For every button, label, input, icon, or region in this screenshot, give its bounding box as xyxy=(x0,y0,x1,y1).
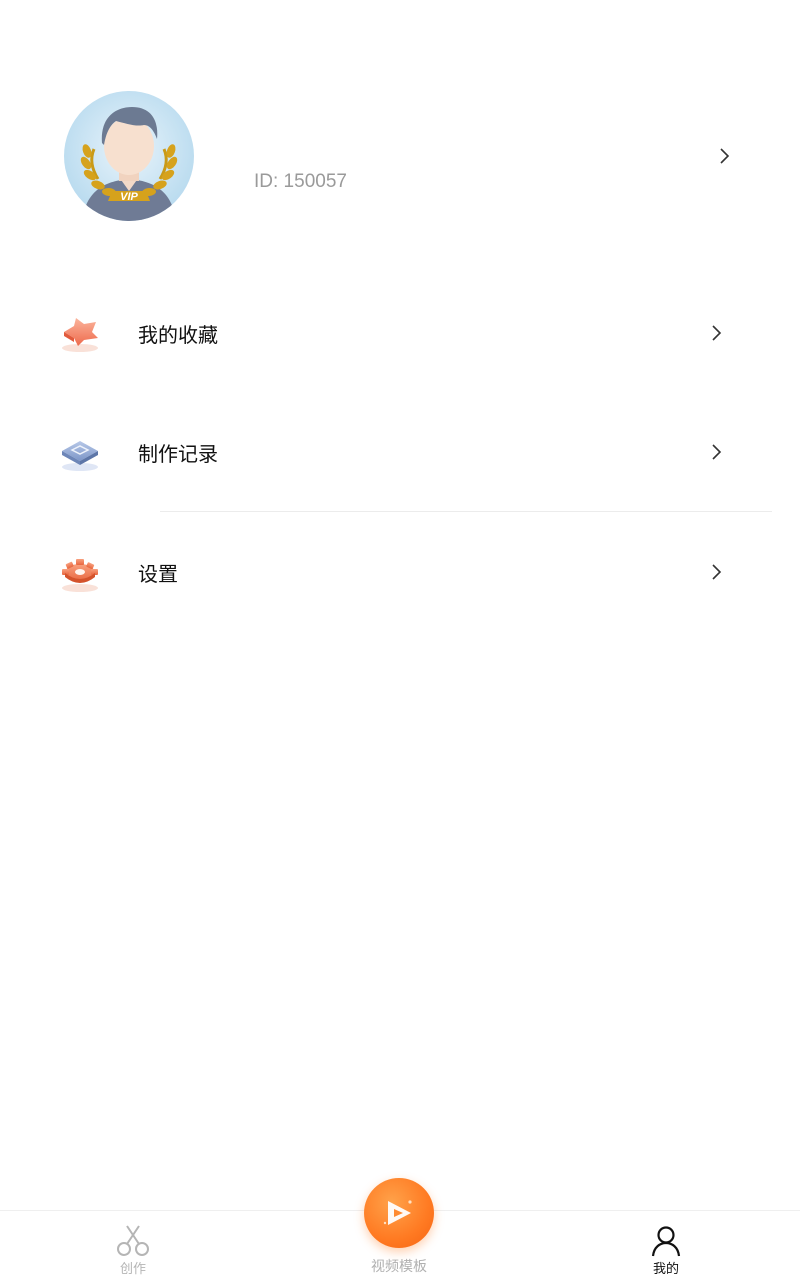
star-icon xyxy=(62,318,98,352)
user-id-text: ID: 150057 xyxy=(254,171,347,192)
play-button-icon xyxy=(383,1200,412,1225)
menu-item-favorites[interactable]: 我的收藏 xyxy=(0,288,800,378)
record-icon xyxy=(62,441,98,471)
profile-header[interactable]: VIP ID: 150057 xyxy=(0,0,800,260)
chevron-right-icon[interactable] xyxy=(716,146,732,166)
vip-avatar-icon[interactable]: VIP xyxy=(64,91,194,221)
menu-label-favorites: 我的收藏 xyxy=(138,323,218,347)
chevron-right-icon xyxy=(712,564,722,580)
menu-item-settings[interactable]: 设置 xyxy=(0,527,800,617)
menu-label-records: 制作记录 xyxy=(138,442,218,466)
tab-label-create: 创作 xyxy=(119,1262,146,1277)
person-icon xyxy=(651,1226,681,1257)
chevron-right-icon xyxy=(712,325,722,341)
tab-mine[interactable]: 我的 xyxy=(606,1211,726,1281)
tab-create[interactable]: 创作 xyxy=(73,1211,193,1281)
divider xyxy=(160,511,772,512)
tab-label-templates: 视频模板 xyxy=(371,1259,427,1275)
video-templates-button[interactable] xyxy=(364,1178,434,1248)
menu-label-settings: 设置 xyxy=(138,562,178,586)
vip-badge: VIP xyxy=(120,191,138,203)
scissors-icon xyxy=(117,1225,149,1256)
menu-item-records[interactable]: 制作记录 xyxy=(0,407,800,497)
chevron-right-icon xyxy=(712,444,722,460)
tab-label-mine: 我的 xyxy=(652,1262,679,1277)
gear-icon xyxy=(62,559,98,592)
